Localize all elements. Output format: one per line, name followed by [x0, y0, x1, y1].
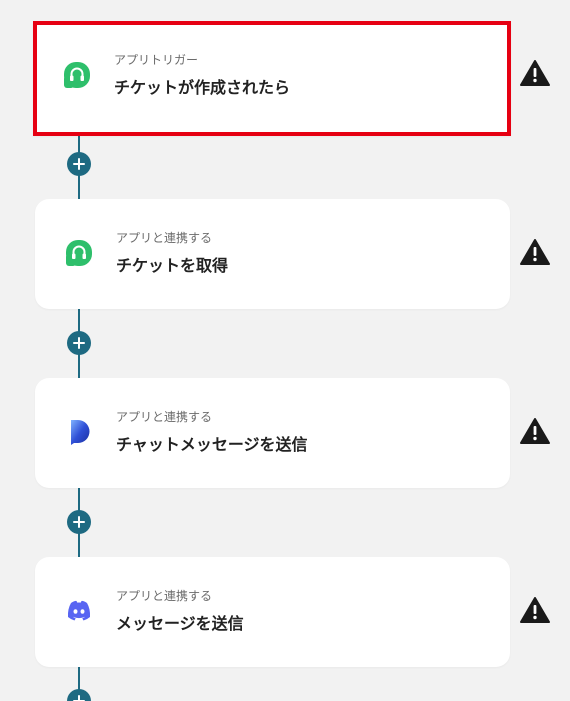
add-step-button[interactable] — [67, 331, 91, 355]
step-title: チケットが作成されたら — [114, 78, 291, 97]
flow-canvas: アプリトリガー チケットが作成されたら アプリと連携する チケットを取得 アプリ… — [0, 0, 570, 701]
step-title: チケットを取得 — [116, 256, 229, 275]
step-title: チャットメッセージを送信 — [116, 435, 308, 454]
step-kind-label: アプリと連携する — [116, 231, 213, 245]
warning-icon[interactable] — [519, 417, 551, 445]
add-step-button[interactable] — [67, 152, 91, 176]
flow-step-send-message[interactable]: アプリと連携する メッセージを送信 — [35, 557, 510, 667]
headset-app-icon — [63, 61, 91, 89]
step-kind-label: アプリと連携する — [116, 410, 213, 424]
flow-step-get-ticket[interactable]: アプリと連携する チケットを取得 — [35, 199, 510, 309]
add-step-button[interactable] — [67, 689, 91, 701]
add-step-button[interactable] — [67, 510, 91, 534]
flow-step-trigger[interactable]: アプリトリガー チケットが作成されたら — [33, 21, 511, 136]
dialpad-app-icon — [65, 418, 93, 446]
discord-app-icon — [65, 597, 93, 625]
warning-icon[interactable] — [519, 238, 551, 266]
warning-icon[interactable] — [519, 59, 551, 87]
step-kind-label: アプリトリガー — [114, 53, 199, 67]
flow-step-send-chat-message[interactable]: アプリと連携する チャットメッセージを送信 — [35, 378, 510, 488]
step-title: メッセージを送信 — [116, 614, 244, 633]
warning-icon[interactable] — [519, 596, 551, 624]
step-kind-label: アプリと連携する — [116, 589, 213, 603]
headset-app-icon — [65, 239, 93, 267]
